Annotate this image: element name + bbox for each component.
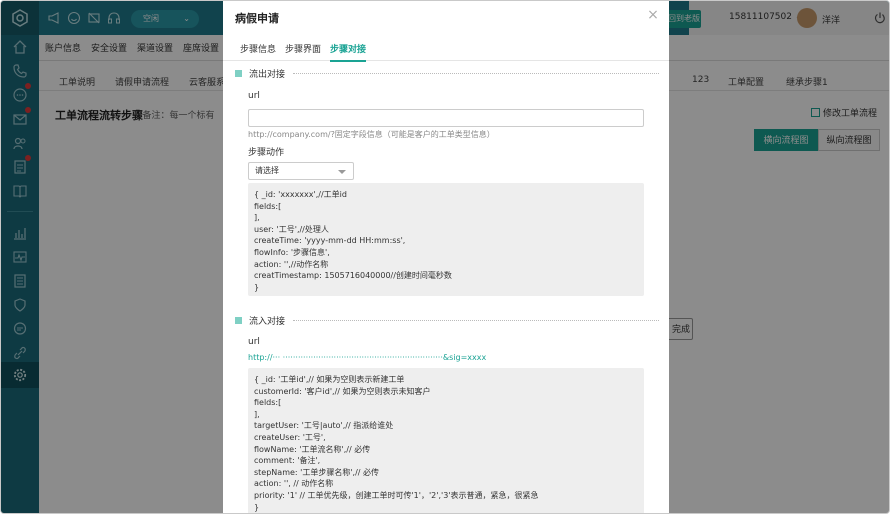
code-line: targetUser: '工号|auto',// 指派给谁处: [254, 421, 394, 431]
step-dialog: 病假申请 × 步骤信息 步骤界面 步骤对接 流出对接 url http://co…: [223, 1, 669, 513]
code-line: ],: [254, 213, 260, 223]
outbound-url-hint: http://company.com/?固定字段信息（可能是客户的工单类型信息）: [248, 130, 495, 139]
dialog-tabs: 步骤信息 步骤界面 步骤对接: [223, 33, 669, 62]
code-line: fields:[: [254, 398, 282, 408]
tab-step-interface[interactable]: 步骤界面: [285, 42, 321, 55]
code-line: action: '', // 动作名称: [254, 479, 334, 489]
outbound-heading-text: 流出对接: [249, 70, 286, 80]
chevron-down-icon: [338, 170, 346, 174]
outbound-code-sample: { _id: 'xxxxxxx',//工单id fields:[ ], user…: [248, 183, 644, 296]
code-line: flowInfo: '步骤信息',: [254, 247, 330, 257]
inbound-section-heading: 流入对接: [235, 314, 659, 327]
code-line: { _id: 'xxxxxxx',//工单id: [254, 190, 347, 199]
code-line: }: [254, 282, 260, 292]
tab-step-integration[interactable]: 步骤对接: [330, 42, 367, 62]
code-line: fields:[: [254, 201, 282, 211]
outbound-section-heading: 流出对接: [235, 67, 659, 80]
code-line: createUser: '工号',: [254, 432, 326, 442]
code-line: customerId: '客户id',// 如果为空则表示未知客户: [254, 386, 431, 396]
dialog-title: 病假申请: [235, 12, 279, 25]
close-icon[interactable]: ×: [645, 7, 661, 23]
outbound-url-input[interactable]: [248, 109, 644, 127]
code-line: ],: [254, 409, 260, 419]
code-line: creatTimestamp: 1505716040000//创建时间毫秒数: [254, 271, 452, 281]
section-marker-icon: [235, 317, 242, 324]
section-divider: [293, 73, 659, 74]
outbound-url-label: url: [248, 91, 260, 101]
step-action-label: 步骤动作: [248, 148, 285, 158]
code-line: user: '工号',//处理人: [254, 224, 329, 234]
inbound-heading-text: 流入对接: [249, 317, 286, 327]
code-line: createTime: 'yyyy-mm-dd HH:mm:ss',: [254, 236, 406, 246]
section-marker-icon: [235, 70, 242, 77]
section-divider: [293, 320, 659, 321]
code-line: comment: '备注',: [254, 456, 321, 466]
code-line: priority: '1' // 工单优先级，创建工单时可传'1'，'2','3…: [254, 490, 539, 500]
app-window: 空闲⌄ 回到老版 15811107502 ⌄ 洋洋 账户信息 安全设置 渠道设置…: [0, 0, 890, 514]
code-line: stepName: '工单步骤名称',// 必传: [254, 467, 380, 477]
step-action-value: 请选择: [255, 166, 279, 175]
code-line: flowName: '工单流名称',// 必传: [254, 444, 371, 454]
tab-step-info[interactable]: 步骤信息: [240, 42, 276, 55]
code-line: action: '',//动作名称: [254, 259, 329, 269]
code-line: }: [254, 502, 260, 512]
inbound-url-link[interactable]: http://··· ·····························…: [248, 353, 644, 362]
step-action-select[interactable]: 请选择: [248, 162, 354, 180]
code-line: { _id: '工单id',// 如果为空则表示新建工单: [254, 375, 405, 384]
inbound-url-label: url: [248, 337, 260, 347]
inbound-code-sample: { _id: '工单id',// 如果为空则表示新建工单 customerId:…: [248, 368, 644, 513]
